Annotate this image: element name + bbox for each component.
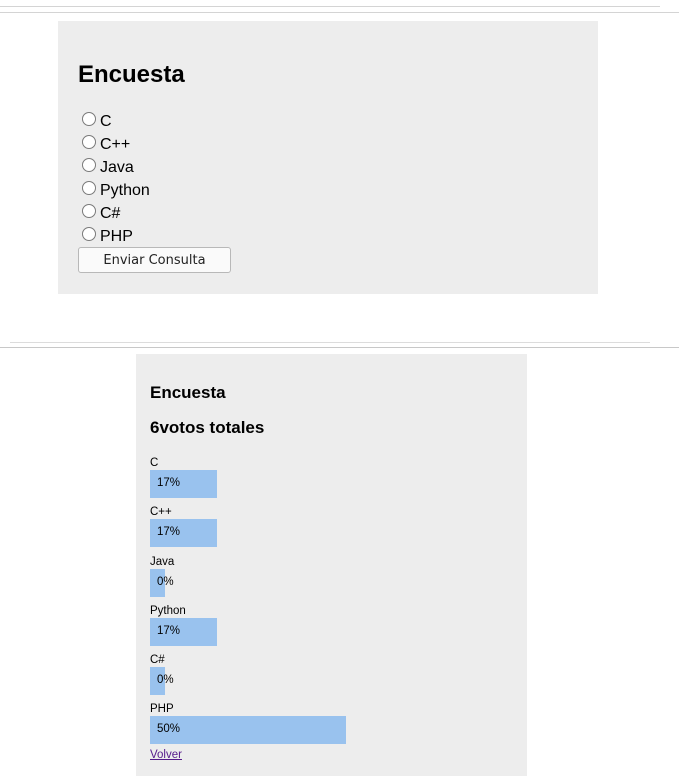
result-label: Java <box>150 555 175 568</box>
result-item: C# 0% <box>150 654 510 703</box>
option-csharp[interactable]: C# <box>82 204 150 227</box>
radio-python[interactable] <box>82 181 96 195</box>
result-percent: 0% <box>157 575 174 588</box>
result-percent: 50% <box>157 723 181 736</box>
option-label: C <box>100 113 112 130</box>
result-item: PHP 50% <box>150 703 510 752</box>
result-item: Java 0% <box>150 556 510 605</box>
result-percent: 17% <box>157 526 181 539</box>
result-percent: 17% <box>157 624 181 637</box>
result-label: C++ <box>150 506 172 519</box>
radio-java[interactable] <box>82 158 96 172</box>
total-votes: 6votos totales <box>150 418 264 438</box>
back-link[interactable]: Volver <box>150 749 182 761</box>
result-item: C++ 17% <box>150 506 510 555</box>
result-percent: 0% <box>157 674 174 687</box>
radio-php[interactable] <box>82 227 96 241</box>
results-list: C 17% C++ 17% Java 0% Python 17% C# 0% PHP 50% <box>150 457 510 753</box>
total-votes-suffix: votos totales <box>159 418 265 437</box>
result-percent: 17% <box>157 477 181 489</box>
result-label: C <box>150 457 159 469</box>
option-label: PHP <box>100 228 133 245</box>
result-label: C# <box>150 654 165 667</box>
result-label: PHP <box>150 703 174 716</box>
option-label: Java <box>100 159 134 176</box>
radio-csharp[interactable] <box>82 204 96 218</box>
radio-c[interactable] <box>82 112 96 126</box>
result-label: Python <box>150 604 186 617</box>
option-java[interactable]: Java <box>82 158 150 181</box>
option-label: Python <box>100 182 150 199</box>
option-cpp[interactable]: C++ <box>82 135 150 158</box>
option-label: C++ <box>100 136 131 153</box>
radio-cpp[interactable] <box>82 135 96 149</box>
option-c[interactable]: C <box>82 112 150 135</box>
option-python[interactable]: Python <box>82 181 150 204</box>
survey-title: Encuesta <box>78 61 185 88</box>
results-panel: Encuesta 6votos totales C 17% C++ 17% Java 0%… <box>136 354 527 776</box>
divider <box>10 342 650 343</box>
submit-button[interactable]: Enviar Consulta <box>78 247 231 273</box>
option-label: C# <box>100 205 121 222</box>
result-item: Python 17% <box>150 605 510 654</box>
survey-options: C C++ Java Python C# PHP <box>82 112 150 250</box>
divider <box>0 347 679 348</box>
divider <box>0 6 660 7</box>
result-item: C 17% <box>150 457 510 506</box>
divider <box>0 12 679 13</box>
results-title: Encuesta <box>150 383 226 402</box>
survey-form: Encuesta C C++ Java Python C# PHP Enviar… <box>58 21 598 294</box>
